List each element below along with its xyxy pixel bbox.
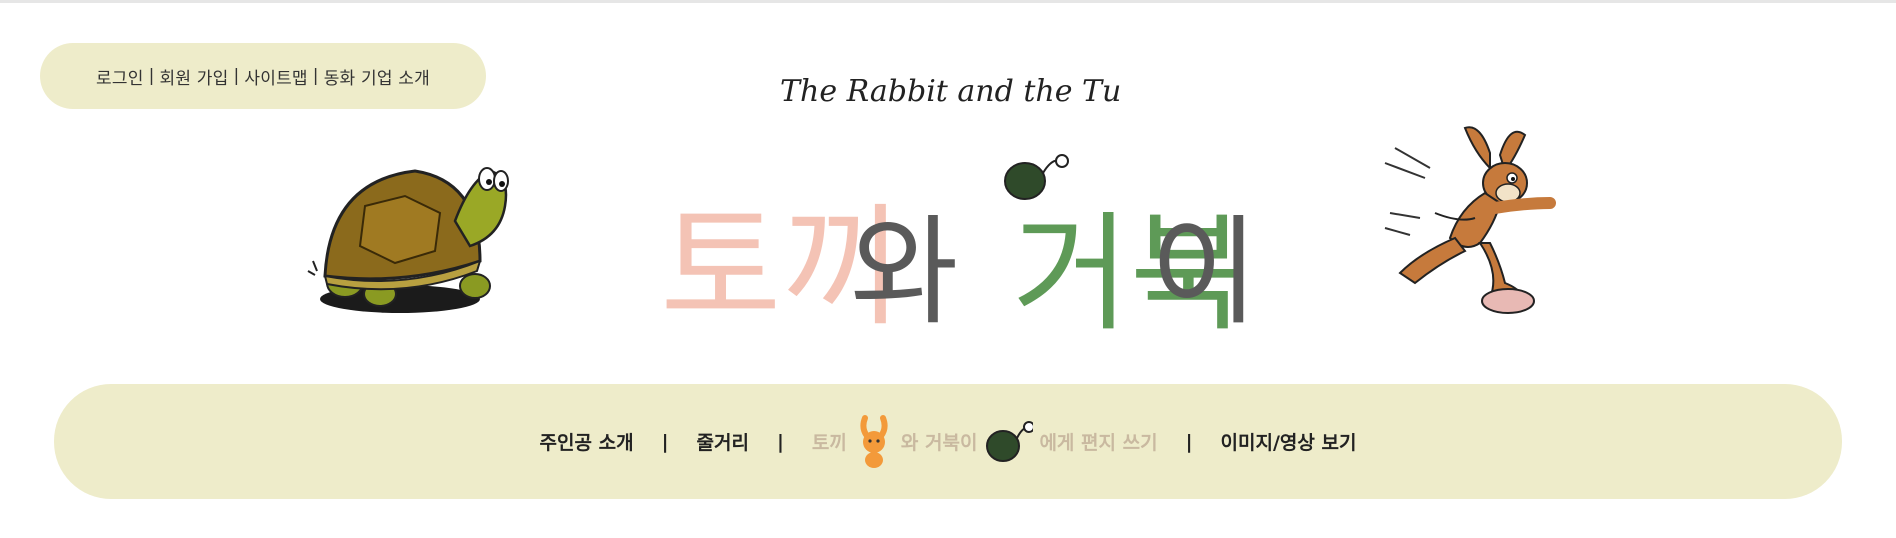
title-and-word: 와 [850,203,959,341]
nav-media[interactable]: 이미지/영상 보기 [1221,428,1357,455]
turtle-mini-icon [986,420,1034,462]
nav-letter-turtle-text: 와 거북이 [900,432,978,454]
company-intro-link[interactable]: 동화 기업 소개 [324,64,430,89]
nav-separator: | [1185,430,1193,453]
nav-story[interactable]: 줄거리 [697,428,749,455]
login-link[interactable]: 로그인 [96,64,144,89]
main-nav: 주인공 소개 | 줄거리 | 토끼 와 거북이 에게 편지 쓰기 | 이미지/영… [54,384,1842,499]
main-title: 토끼 와 거북 이 [660,154,1259,343]
sitemap-link[interactable]: 사이트맵 [244,64,307,89]
subtitle-text: The Rabbit and the Turtle [780,74,1120,109]
site-subtitle: The Rabbit and the Turtle [780,74,1120,109]
nav-characters[interactable]: 주인공 소개 [540,428,634,455]
rabbit-illustration [1384,126,1556,314]
title-ending: 이 [1150,203,1259,341]
nav-write-letter[interactable]: 토끼 와 거북이 에게 편지 쓰기 [812,414,1158,470]
rabbit-mini-icon [860,414,888,468]
nav-letter-rabbit-text: 토끼 [811,432,847,454]
nav-separator: | [661,430,669,453]
link-separator: | [148,66,155,86]
top-links-bar: 로그인 | 회원 가입 | 사이트맵 | 동화 기업 소개 [40,43,486,109]
link-separator: | [233,66,240,86]
signup-link[interactable]: 회원 가입 [160,64,229,89]
link-separator: | [312,66,319,86]
nav-letter-suffix-text: 에게 편지 쓰기 [1039,432,1158,454]
nav-separator: | [776,430,784,453]
turtle-illustration [307,167,509,313]
title-turtle-icon [1004,154,1069,200]
